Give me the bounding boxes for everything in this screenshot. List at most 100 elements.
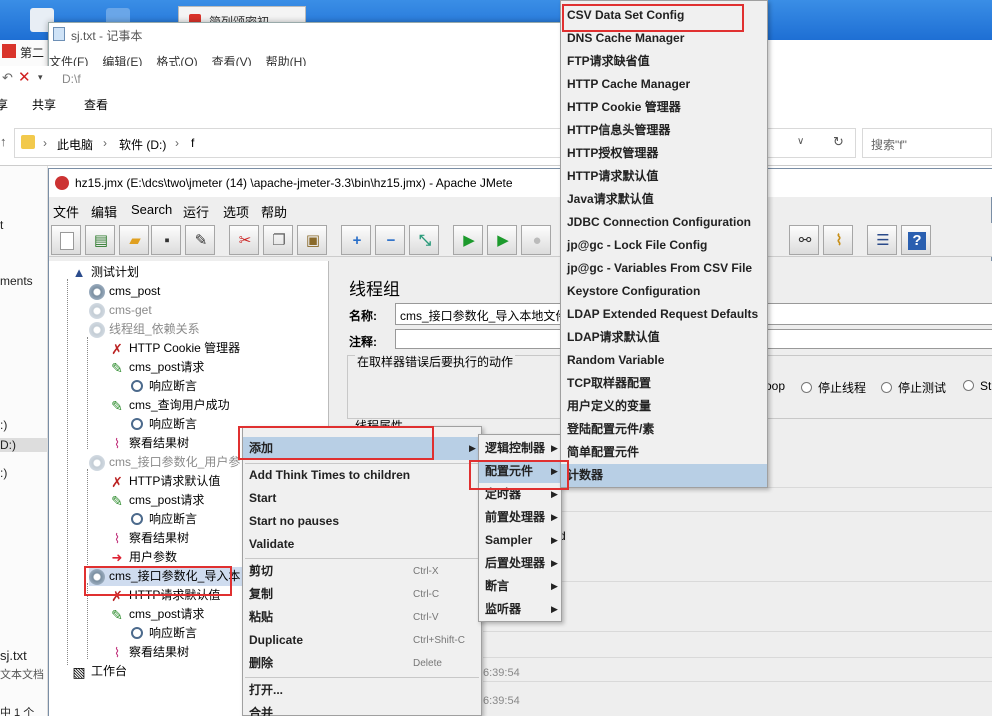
breadcrumb-this-pc[interactable]: 此电脑: [57, 136, 93, 153]
menu-item-ldap-defaults[interactable]: LDAP请求默认值: [561, 326, 767, 349]
file-type: 文本文档: [0, 669, 44, 681]
tab-home[interactable]: 享: [0, 96, 8, 113]
test-plan-icon: ▲: [72, 265, 86, 280]
menu-item-preprocessor[interactable]: 前置处理器 ▶: [479, 506, 561, 529]
pipette-icon: ✎: [111, 398, 123, 414]
menu-item-paste[interactable]: 粘贴 Ctrl-V: [243, 606, 481, 629]
search-input[interactable]: 搜索"f": [862, 128, 992, 158]
paste-button[interactable]: ▣: [297, 225, 327, 255]
menu-item-user-defined-variables[interactable]: 用户定义的变量: [561, 395, 767, 418]
menu-item-tcp-sampler-config[interactable]: TCP取样器配置: [561, 372, 767, 395]
menu-item-merge[interactable]: 合并: [243, 702, 481, 716]
chevron-down-icon[interactable]: ∨: [797, 136, 804, 147]
menu-item-copy[interactable]: 复制 Ctrl-C: [243, 583, 481, 606]
user-params-icon: ➜: [111, 550, 123, 565]
toggle-button[interactable]: ⤡: [409, 225, 439, 255]
menu-item-start[interactable]: Start: [243, 487, 481, 510]
menu-item-start-no-pauses[interactable]: Start no pauses: [243, 510, 481, 533]
menu-item-random-variable[interactable]: Random Variable: [561, 349, 767, 372]
menu-run[interactable]: 运行: [183, 202, 209, 221]
menu-item-validate[interactable]: Validate: [243, 533, 481, 556]
stop-icon: ●: [532, 232, 542, 249]
start-button[interactable]: ▶: [453, 225, 483, 255]
folder-icon: [21, 135, 35, 149]
menu-item-add-think-times[interactable]: Add Think Times to children: [243, 464, 481, 487]
new-file-icon: [60, 232, 74, 250]
refresh-icon[interactable]: ↻: [833, 134, 844, 150]
collapse-button[interactable]: −: [375, 225, 405, 255]
breadcrumb-drive[interactable]: 软件 (D:): [119, 136, 166, 153]
function-helper-button[interactable]: ☰: [867, 225, 897, 255]
menu-item-lock-file-config[interactable]: jp@gc - Lock File Config: [561, 234, 767, 257]
annotation-box: [562, 4, 744, 32]
panel-row: [483, 631, 992, 653]
open-button[interactable]: ▰: [119, 225, 149, 255]
menu-item-simple-config[interactable]: 简单配置元件: [561, 441, 767, 464]
stop-button[interactable]: ●: [521, 225, 551, 255]
notepad-window[interactable]: sj.txt - 记事本 文件(F) 编辑(E) 格式(O) 查看(V) 帮助(H): [48, 22, 568, 70]
save-button[interactable]: ▪: [151, 225, 181, 255]
menu-item-http-auth-manager[interactable]: HTTP授权管理器: [561, 142, 767, 165]
radio-stop-thread[interactable]: 停止线程: [801, 379, 866, 396]
expand-button[interactable]: +: [341, 225, 371, 255]
menu-item-listener[interactable]: 监听器 ▶: [479, 598, 561, 621]
menu-item-duplicate[interactable]: Duplicate Ctrl+Shift-C: [243, 629, 481, 652]
tools-icon: ✗: [111, 474, 123, 490]
menu-file[interactable]: 文件: [53, 202, 79, 221]
chevron-down-icon[interactable]: ▾: [38, 72, 43, 83]
nav-drive[interactable]: :): [0, 418, 7, 432]
menu-item-logic-controller[interactable]: 逻辑控制器 ▶: [479, 437, 561, 460]
help-button[interactable]: ?: [901, 225, 931, 255]
menu-item-jdbc-connection[interactable]: JDBC Connection Configuration: [561, 211, 767, 234]
menu-help[interactable]: 帮助: [261, 202, 287, 221]
menu-item-ftp-defaults[interactable]: FTP请求缺省值: [561, 50, 767, 73]
window-title: D:\f: [62, 72, 81, 86]
delete-icon[interactable]: ✕: [18, 68, 31, 86]
chart-icon: ⌇: [113, 531, 121, 546]
up-arrow-icon[interactable]: ↑: [0, 134, 7, 149]
radio-stop-test[interactable]: 停止测试: [881, 379, 946, 396]
cut-button[interactable]: ✂: [229, 225, 259, 255]
search-button[interactable]: ⚯: [789, 225, 819, 255]
menu-item-http-cache-manager[interactable]: HTTP Cache Manager: [561, 73, 767, 96]
menu-item-delete[interactable]: 删除 Delete: [243, 652, 481, 675]
menu-item-assertion[interactable]: 断言 ▶: [479, 575, 561, 598]
menu-item-http-request-defaults[interactable]: HTTP请求默认值: [561, 165, 767, 188]
menu-item-postprocessor[interactable]: 后置处理器 ▶: [479, 552, 561, 575]
file-name[interactable]: sj.txt: [0, 648, 27, 663]
copy-button[interactable]: ❐: [263, 225, 293, 255]
undo-icon[interactable]: ↶: [2, 70, 13, 86]
chevron-right-icon: ▶: [469, 443, 476, 453]
gear-icon: [89, 284, 105, 300]
save-as-button[interactable]: ✎: [185, 225, 215, 255]
start-no-pauses-button[interactable]: ▶: [487, 225, 517, 255]
menu-item-http-cookie-manager[interactable]: HTTP Cookie 管理器: [561, 96, 767, 119]
tab-view[interactable]: 查看: [84, 96, 108, 113]
menu-item-java-request-defaults[interactable]: Java请求默认值: [561, 188, 767, 211]
menu-item-counter[interactable]: 计数器: [561, 464, 767, 487]
clear-button[interactable]: ⌇: [823, 225, 853, 255]
menu-item-cut[interactable]: 剪切 Ctrl-X: [243, 560, 481, 583]
new-button[interactable]: [51, 225, 81, 255]
menu-options[interactable]: 选项: [223, 202, 249, 221]
menu-item-login-config[interactable]: 登陆配置元件/素: [561, 418, 767, 441]
breadcrumb-sep-icon: ›: [103, 136, 107, 150]
tab-share[interactable]: 共享: [32, 96, 56, 113]
list-icon: ☰: [876, 232, 890, 249]
nav-drive[interactable]: :): [0, 466, 7, 480]
menu-item-ldap-extended-defaults[interactable]: LDAP Extended Request Defaults: [561, 303, 767, 326]
nav-label: 第二: [20, 46, 45, 60]
menu-item-open[interactable]: 打开...: [243, 679, 481, 702]
radio-start-next-loop[interactable]: oop: [765, 379, 785, 393]
menu-edit[interactable]: 编辑: [91, 202, 117, 221]
menu-item-variables-from-csv[interactable]: jp@gc - Variables From CSV File: [561, 257, 767, 280]
nav-drive[interactable]: D:): [0, 438, 48, 452]
menu-search[interactable]: Search: [131, 202, 172, 217]
radio-stop-test-now[interactable]: St: [963, 379, 991, 393]
menu-item-sampler[interactable]: Sampler ▶: [479, 529, 561, 552]
templates-button[interactable]: ▤: [85, 225, 115, 255]
menu-item-keystore-config[interactable]: Keystore Configuration: [561, 280, 767, 303]
breadcrumb-folder[interactable]: f: [191, 136, 194, 150]
menu-item-http-header-manager[interactable]: HTTP信息头管理器: [561, 119, 767, 142]
plus-icon: +: [352, 232, 362, 249]
